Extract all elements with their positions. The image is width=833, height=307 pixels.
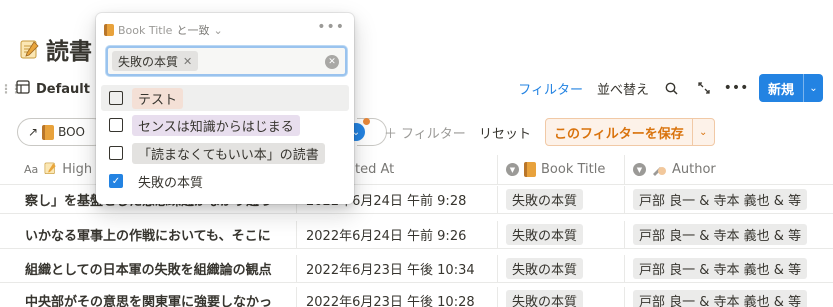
option-label: 「読まなくてもいい本」の読書 <box>132 142 325 164</box>
more-options-icon[interactable]: ••• <box>724 79 749 97</box>
drag-handle-icon[interactable]: ⋮⋮ <box>0 82 22 96</box>
remove-chip-icon[interactable]: ✕ <box>183 55 192 68</box>
source-filter-label: BOO <box>58 125 85 139</box>
filter-property-label: Book Title <box>118 23 173 37</box>
writing-hand-icon <box>651 163 667 177</box>
column-label: ted At <box>355 162 395 177</box>
select-property-icon: ▼ <box>506 163 519 176</box>
cell-highlight: 組織としての日本軍の失敗を組織論の観点 <box>25 263 272 278</box>
cell-author: 戸部 良一 & 寺本 義也 & 等 <box>624 286 833 307</box>
option-item[interactable]: 「読まなくてもいい本」の読書 <box>101 140 349 166</box>
search-icon[interactable] <box>663 79 681 97</box>
column-label: Book Title <box>541 162 606 177</box>
page-title: 読書 <box>18 32 92 66</box>
more-options-icon[interactable]: ••• <box>317 19 345 35</box>
author-tag: 戸部 良一 & 寺本 義也 & 等 <box>633 290 808 307</box>
option-label: 失敗の本質 <box>138 175 204 191</box>
book-icon <box>524 162 536 177</box>
view-tab[interactable]: ⋮⋮ Default <box>0 78 90 100</box>
option-item[interactable]: ✓ 失敗の本質 <box>101 168 349 194</box>
book-icon <box>104 24 114 36</box>
column-label: High <box>62 162 93 177</box>
cell-highlight: いかなる軍事上の作戦においても、そこに <box>25 229 271 244</box>
cell-created: 2022年6月23日 午後 10:34 <box>296 254 497 283</box>
table-row[interactable]: いかなる軍事上の作戦においても、そこに 2022年6月24日 午前 9:26 失… <box>0 220 833 249</box>
filter-operator-label[interactable]: と一致 <box>176 22 209 38</box>
selected-value-chip: 失敗の本質 ✕ <box>112 51 199 71</box>
add-filter-button[interactable]: ＋ フィルター <box>384 118 466 146</box>
select-property-icon: ▼ <box>633 163 646 176</box>
option-item[interactable]: テスト <box>101 85 349 111</box>
new-button-group: 新規 ⌄ <box>758 74 823 102</box>
memo-small-icon <box>43 161 57 179</box>
option-label: センスは知識からはじまる <box>132 114 300 136</box>
chevron-down-icon[interactable]: ⌄ <box>213 24 222 37</box>
arrow-up-right-icon: ↗ <box>28 125 39 139</box>
column-header-book-title[interactable]: ▼ Book Title <box>497 154 624 185</box>
new-dropdown-chevron-icon[interactable]: ⌄ <box>803 74 823 102</box>
filter-popup: Book Title と一致 ⌄ ••• 失敗の本質 ✕ ✕ テスト センスは知… <box>96 13 354 204</box>
chip-label: 失敗の本質 <box>118 54 179 69</box>
page-title-text: 読書 <box>46 39 92 65</box>
memo-icon <box>18 38 40 60</box>
save-filter-chevron-icon[interactable]: ⌄ <box>691 119 714 145</box>
save-filter-group: このフィルターを保存 ⌄ <box>545 118 715 146</box>
new-button[interactable]: 新規 <box>758 74 803 102</box>
cell-created: 2022年6月24日 午前 9:26 <box>296 220 497 249</box>
option-item[interactable]: センスは知識からはじまる <box>101 112 349 138</box>
column-label: Author <box>672 162 716 177</box>
cell-author: 戸部 良一 & 寺本 義也 & 等 <box>624 220 833 249</box>
table-row[interactable]: 組織としての日本軍の失敗を組織論の観点 2022年6月23日 午後 10:34 … <box>0 254 833 283</box>
text-property-icon: Aa <box>24 163 39 176</box>
checkbox[interactable] <box>109 146 123 160</box>
cell-book: 失敗の本質 <box>497 185 624 214</box>
plus-icon: ＋ <box>384 126 398 142</box>
author-tag: 戸部 良一 & 寺本 義也 & 等 <box>633 189 808 210</box>
save-filter-button[interactable]: このフィルターを保存 <box>546 119 692 145</box>
cell-author: 戸部 良一 & 寺本 義也 & 等 <box>624 185 833 214</box>
book-tag: 失敗の本質 <box>506 290 584 307</box>
sort-button[interactable]: 並べ替え <box>597 79 649 98</box>
checkbox[interactable] <box>109 118 123 132</box>
unsaved-indicator-dot <box>363 118 370 125</box>
database-toolbar: フィルター 並べ替え ••• 新規 ⌄ <box>518 74 823 102</box>
expand-icon[interactable] <box>695 79 713 97</box>
clear-input-icon[interactable]: ✕ <box>325 55 339 69</box>
cell-author: 戸部 良一 & 寺本 義也 & 等 <box>624 254 833 283</box>
reset-button[interactable]: リセット <box>479 118 531 146</box>
add-filter-label: フィルター <box>401 126 466 142</box>
books-icon <box>42 124 55 140</box>
author-tag: 戸部 良一 & 寺本 義也 & 等 <box>633 224 808 245</box>
checkbox[interactable] <box>109 91 123 105</box>
option-label: テスト <box>132 87 184 109</box>
checkbox-checked[interactable]: ✓ <box>109 174 123 188</box>
book-tag: 失敗の本質 <box>506 189 584 210</box>
view-tab-label: Default <box>36 81 90 97</box>
author-tag: 戸部 良一 & 寺本 義也 & 等 <box>633 258 808 279</box>
cell-highlight: 中央部がその意思を関東軍に強要しなかっ <box>25 295 273 307</box>
filter-button[interactable]: フィルター <box>518 79 583 98</box>
cell-book: 失敗の本質 <box>497 286 624 307</box>
cell-book: 失敗の本質 <box>497 254 624 283</box>
filter-popup-header[interactable]: Book Title と一致 ⌄ <box>104 22 223 38</box>
column-header-author[interactable]: ▼ Author <box>624 154 833 185</box>
filter-value-input[interactable]: 失敗の本質 ✕ ✕ <box>106 46 347 76</box>
table-row[interactable]: 中央部がその意思を関東軍に強要しなかっ 2022年6月23日 午後 10:28 … <box>0 286 833 307</box>
book-tag: 失敗の本質 <box>506 258 584 279</box>
book-tag: 失敗の本質 <box>506 224 584 245</box>
source-filter-pill[interactable]: ↗ BOO <box>17 118 107 146</box>
cell-book: 失敗の本質 <box>497 220 624 249</box>
table-icon <box>16 80 30 98</box>
cell-created: 2022年6月23日 午後 10:28 <box>296 286 497 307</box>
